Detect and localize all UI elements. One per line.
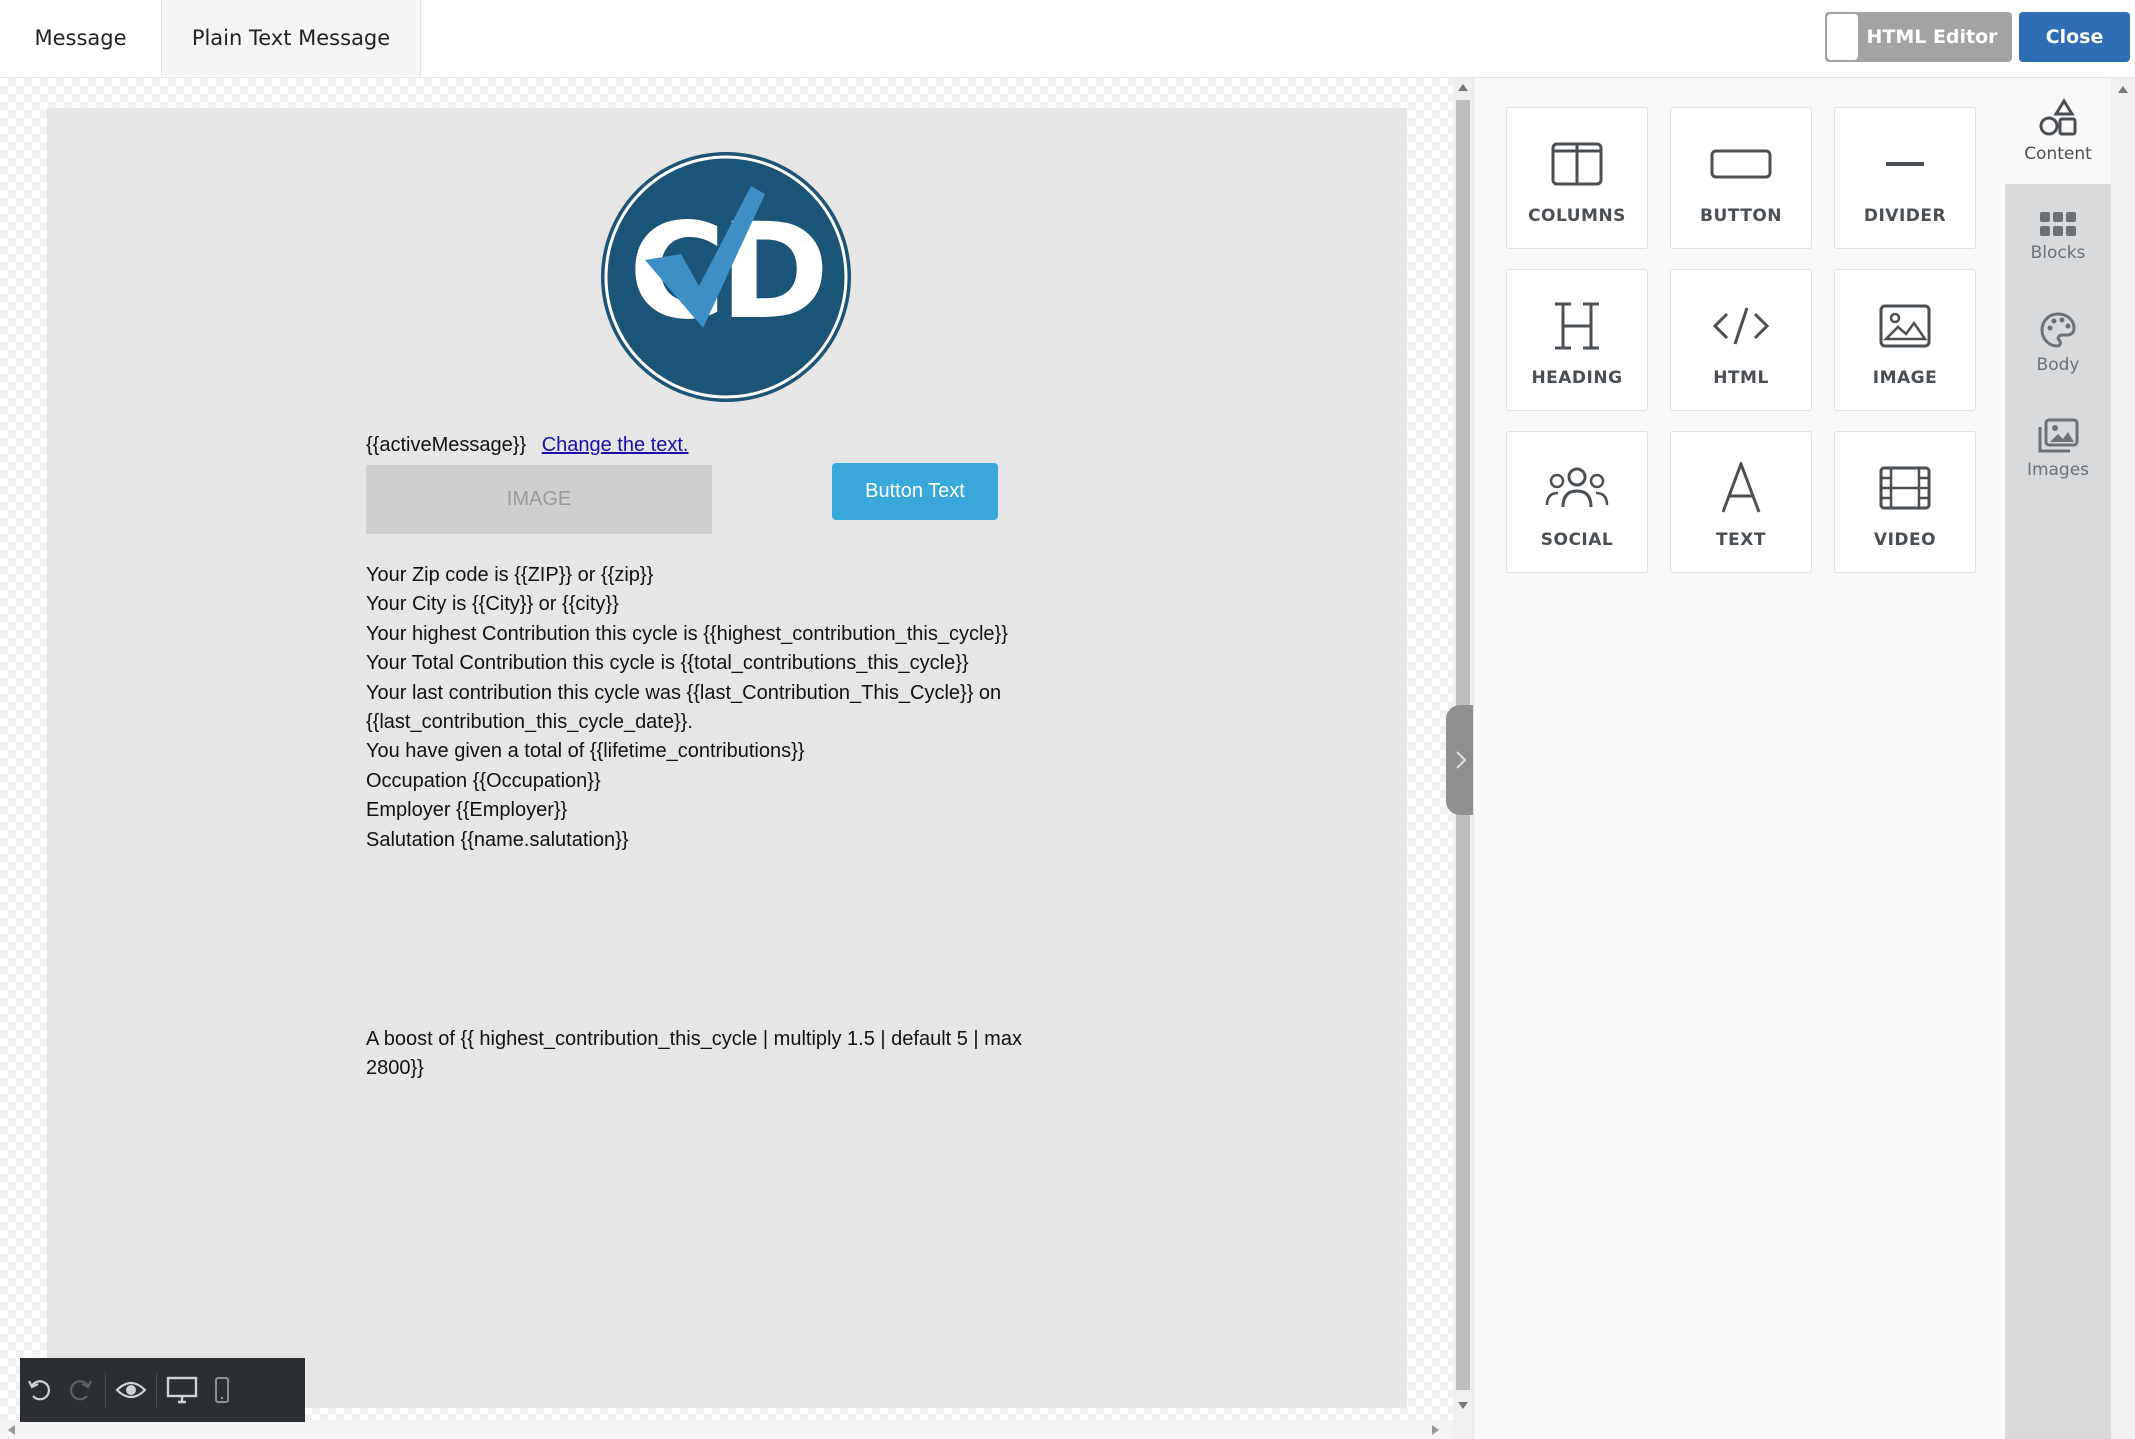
tool-video-label: VIDEO: [1873, 530, 1937, 550]
tool-columns[interactable]: COLUMNS: [1506, 107, 1648, 249]
active-message-token: {{activeMessage}}: [366, 434, 527, 456]
tab-body-label: Body: [2036, 355, 2080, 375]
text-line: Your highest Contribution this cycle is …: [366, 622, 1008, 645]
shapes-icon: [2039, 98, 2077, 136]
images-icon: [2038, 418, 2079, 453]
email-button-label: Button Text: [865, 480, 965, 502]
grid-icon: [2040, 212, 2076, 236]
redo-button[interactable]: [60, 1365, 100, 1415]
active-message-line: {{activeMessage}} Change the text.: [366, 434, 688, 457]
button-icon: [1710, 149, 1772, 179]
merge-field-text-block[interactable]: Your Zip code is {{ZIP}} or {{zip}} Your…: [366, 561, 1126, 855]
tab-content[interactable]: Content: [2005, 78, 2111, 184]
text-line: Employer {{Employer}}: [366, 799, 568, 822]
text-line: Occupation {{Occupation}}: [366, 769, 601, 792]
divider-icon: [1886, 162, 1924, 166]
scroll-up-arrow-icon[interactable]: [1458, 84, 1468, 91]
content-panel: COLUMNS BUTTON DIVIDER HEADING HTML IMAG…: [1473, 78, 2006, 1439]
text-line: Your last contribution this cycle was {{…: [366, 681, 1002, 704]
tool-image[interactable]: IMAGE: [1834, 269, 1976, 411]
tool-button-label: BUTTON: [1699, 206, 1783, 226]
text-line: A boost of {{ highest_contribution_this_…: [366, 1028, 1022, 1050]
chevron-right-icon: [1456, 751, 1467, 769]
desktop-view-button[interactable]: [162, 1365, 202, 1415]
users-icon: [1545, 467, 1609, 508]
tool-divider-label: DIVIDER: [1863, 206, 1947, 226]
eye-icon: [115, 1381, 147, 1399]
image-placeholder[interactable]: IMAGE: [366, 465, 712, 534]
columns-icon: [1551, 142, 1603, 186]
tool-button[interactable]: BUTTON: [1670, 107, 1812, 249]
logo-image[interactable]: CD: [599, 150, 853, 404]
tab-content-label: Content: [2024, 144, 2092, 164]
tab-blocks[interactable]: Blocks: [2005, 184, 2111, 290]
desktop-icon: [166, 1376, 198, 1404]
email-body[interactable]: CD {{activeMessage}} Change the text. IM…: [47, 108, 1407, 1408]
tab-blocks-label: Blocks: [2030, 243, 2086, 263]
text-line: Your City is {{City}} or {{city}}: [366, 593, 619, 616]
tab-message-label: Message: [34, 26, 127, 50]
image-icon: [1879, 304, 1931, 348]
tool-image-label: IMAGE: [1872, 368, 1938, 388]
panel-collapse-handle[interactable]: [1446, 705, 1476, 815]
preview-button[interactable]: [111, 1365, 151, 1415]
scroll-left-arrow-icon[interactable]: [8, 1425, 15, 1435]
tab-images-label: Images: [2026, 460, 2090, 480]
code-icon: [1712, 307, 1770, 345]
change-text-link[interactable]: Change the text.: [542, 434, 689, 456]
panel-vertical-scrollbar[interactable]: [2111, 78, 2135, 1439]
close-button[interactable]: Close: [2019, 12, 2130, 62]
tool-columns-label: COLUMNS: [1528, 206, 1626, 226]
tab-message[interactable]: Message: [0, 0, 161, 76]
close-button-label: Close: [2045, 26, 2104, 48]
tool-html-label: HTML: [1713, 368, 1769, 388]
text-icon: [1721, 462, 1761, 513]
redo-icon: [69, 1380, 92, 1401]
tool-heading-label: HEADING: [1531, 368, 1623, 388]
toggle-knob: [1827, 14, 1858, 60]
toolbar-divider: [105, 1373, 106, 1407]
tool-html[interactable]: HTML: [1670, 269, 1812, 411]
boost-text-block[interactable]: A boost of {{ highest_contribution_this_…: [366, 1025, 1086, 1083]
email-button[interactable]: Button Text: [832, 463, 998, 520]
text-line: Salutation {{name.salutation}}: [366, 828, 629, 851]
bottom-toolbar: [20, 1358, 305, 1422]
html-editor-label: HTML Editor: [1866, 26, 1998, 48]
text-line: Your Zip code is {{ZIP}} or {{zip}}: [366, 564, 654, 586]
mobile-icon: [215, 1377, 229, 1403]
tool-social[interactable]: SOCIAL: [1506, 431, 1648, 573]
tab-images[interactable]: Images: [2005, 396, 2111, 502]
tab-plain-text-message[interactable]: Plain Text Message: [161, 0, 421, 76]
text-line: Your Total Contribution this cycle is {{…: [366, 652, 969, 675]
film-icon: [1879, 466, 1931, 510]
scroll-down-arrow-icon[interactable]: [1458, 1402, 1468, 1409]
mobile-view-button[interactable]: [202, 1365, 242, 1415]
undo-button[interactable]: [20, 1365, 60, 1415]
html-editor-toggle[interactable]: HTML Editor: [1825, 12, 2012, 62]
scroll-up-arrow-icon[interactable]: [2118, 86, 2128, 93]
scroll-right-arrow-icon[interactable]: [1432, 1425, 1439, 1435]
tool-text[interactable]: TEXT: [1670, 431, 1812, 573]
text-line: 2800}}: [366, 1057, 424, 1079]
content-tool-grid: COLUMNS BUTTON DIVIDER HEADING HTML IMAG…: [1506, 107, 1976, 573]
tool-social-label: SOCIAL: [1540, 530, 1614, 550]
tool-divider[interactable]: DIVIDER: [1834, 107, 1976, 249]
tool-text-label: TEXT: [1716, 530, 1766, 550]
undo-icon: [28, 1380, 51, 1401]
side-tab-bar: Content Blocks Body Images: [2005, 78, 2111, 1439]
tool-video[interactable]: VIDEO: [1834, 431, 1976, 573]
canvas-horizontal-scrollbar[interactable]: [0, 1420, 1453, 1439]
text-line: You have given a total of {{lifetime_con…: [366, 740, 805, 763]
tool-heading[interactable]: HEADING: [1506, 269, 1648, 411]
heading-icon: [1555, 302, 1599, 350]
toolbar-divider: [156, 1373, 157, 1407]
top-bar: Message Plain Text Message HTML Editor C…: [0, 0, 2135, 78]
tab-body[interactable]: Body: [2005, 290, 2111, 396]
image-placeholder-label: IMAGE: [506, 488, 572, 510]
palette-icon: [2040, 312, 2076, 348]
editor-canvas: CD {{activeMessage}} Change the text. IM…: [0, 78, 1453, 1439]
tab-plain-text-label: Plain Text Message: [191, 26, 391, 50]
text-line: {{last_contribution_this_cycle_date}}.: [366, 711, 693, 734]
